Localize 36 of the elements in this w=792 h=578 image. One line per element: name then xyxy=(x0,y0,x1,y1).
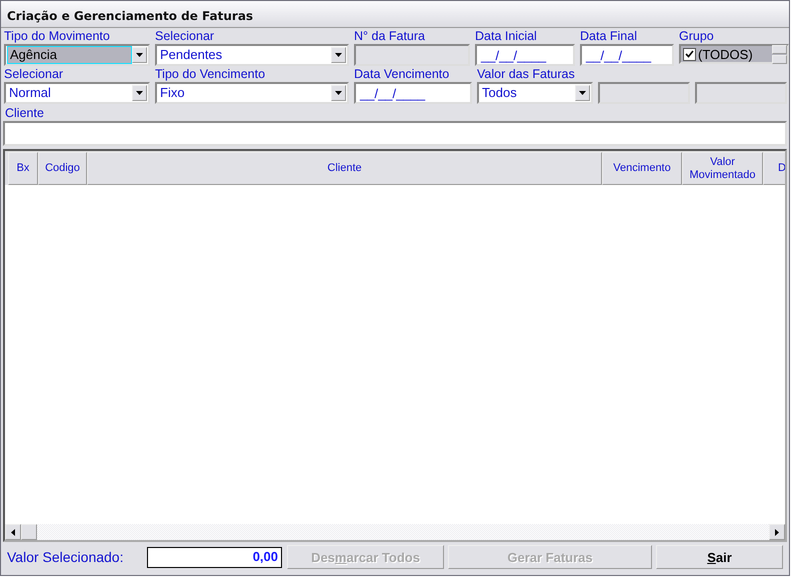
selected-value-label: Valor Selecionado: xyxy=(7,550,124,564)
dropdown[interactable]: Pendentes xyxy=(155,44,349,66)
dropdown[interactable]: Todos xyxy=(477,82,593,104)
column-header[interactable]: Vencimento xyxy=(602,152,682,185)
field-label: Cliente xyxy=(5,106,45,121)
field-label: Selecionar xyxy=(4,67,64,82)
spin-buttons[interactable] xyxy=(772,44,787,64)
field-label: Tipo do Movimento xyxy=(4,29,111,44)
client-field[interactable] xyxy=(3,121,787,146)
dropdown[interactable]: Agência xyxy=(4,44,150,66)
column-header[interactable]: Codigo xyxy=(38,152,87,185)
scroll-right-arrow-icon[interactable] xyxy=(775,528,779,536)
scrollbar-thumb[interactable] xyxy=(21,524,37,540)
column-header[interactable]: Bx xyxy=(8,152,38,185)
window-title: Criação e Gerenciamento de Faturas xyxy=(1,1,789,28)
field-label: Data Inicial xyxy=(475,29,538,44)
dropdown[interactable]: Fixo xyxy=(155,82,349,104)
column-header[interactable]: Valor Movimentado xyxy=(682,152,763,185)
field-label: Grupo xyxy=(679,29,715,44)
dropdown[interactable]: Normal xyxy=(4,82,150,104)
checkbox[interactable] xyxy=(683,48,696,60)
horizontal-scrollbar[interactable] xyxy=(5,524,785,540)
date-field[interactable]: __/__/____ xyxy=(475,44,575,66)
total-field: 0,00 xyxy=(147,546,282,568)
field-label: Data Final xyxy=(580,29,638,44)
date-field[interactable]: __/__/____ xyxy=(580,44,674,66)
field-label: Selecionar xyxy=(155,29,216,44)
field-label: N° da Fatura xyxy=(354,29,426,44)
field-label: Data Vencimento xyxy=(354,67,450,82)
field-label: Tipo do Vencimento xyxy=(155,67,266,82)
group-value: (TODOS) xyxy=(698,46,754,62)
action-button[interactable]: Sair xyxy=(656,545,783,569)
column-header[interactable]: Cliente xyxy=(87,152,602,185)
date-field[interactable]: __/__/____ xyxy=(354,82,472,104)
field-label: Valor das Faturas xyxy=(477,67,576,82)
scroll-left-arrow-icon[interactable] xyxy=(11,528,15,536)
